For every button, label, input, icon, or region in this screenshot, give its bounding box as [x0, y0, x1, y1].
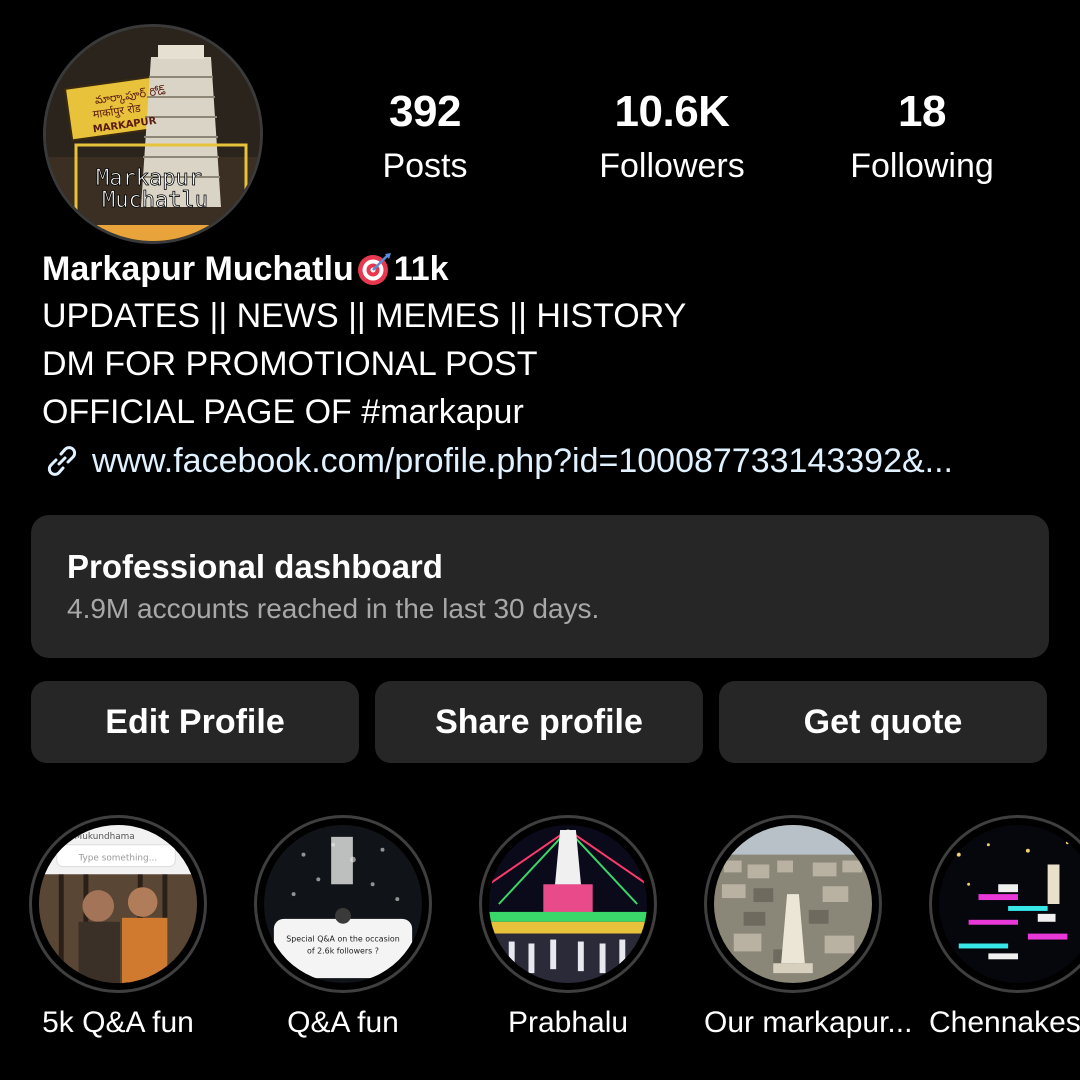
bio-line-2: DM FOR PROMOTIONAL POST	[42, 345, 538, 383]
followers-stat[interactable]: 10.6K Followers	[562, 86, 782, 188]
profile-page: మార్కాపూర్ రోడ్ मार्कापुर रोड MARKAPUR M…	[0, 0, 1080, 1080]
followers-count: 10.6K	[614, 87, 730, 136]
following-stat[interactable]: 18 Following	[812, 86, 1032, 188]
bio-line-3: OFFICIAL PAGE OF #markapur	[42, 393, 524, 431]
highlight-label: Prabhalu	[507, 1006, 629, 1039]
profile-name-row: Markapur Muchatlu 11k	[42, 246, 1052, 292]
temple-gopuram-avatar: మార్కాపూర్ రోడ్ मार्कापुर रोड MARKAPUR M…	[46, 27, 260, 241]
bio-line-1: UPDATES || NEWS || MEMES || HISTORY	[42, 297, 687, 335]
highlight-label: Our markapur...	[704, 1006, 913, 1039]
highlight-2-cover-line-1: Special Q&A on the occasion	[286, 935, 399, 944]
posts-label: Posts	[382, 147, 468, 185]
highlight-1-cover-header: Mukundhama	[75, 832, 135, 842]
edit-profile-button[interactable]: Edit Profile	[31, 681, 359, 763]
highlight-1-cover-prompt: Type something...	[78, 854, 158, 864]
highlight-cover	[714, 825, 872, 983]
highlight-ring: Type something... Mukundhama	[29, 815, 207, 993]
highlight-cover: Type something... Mukundhama	[39, 825, 197, 983]
highlight-ring: Special Q&A on the occasion of 2.6k foll…	[254, 815, 432, 993]
share-profile-button[interactable]: Share profile	[375, 681, 703, 763]
dashboard-subtitle: 4.9M accounts reached in the last 30 day…	[67, 593, 600, 624]
dashboard-title: Professional dashboard	[67, 548, 443, 585]
highlight-item[interactable]: Chennakesh	[929, 815, 1080, 1043]
link-icon	[47, 446, 77, 476]
following-count: 18	[898, 87, 946, 136]
highlight-label: Q&A fun	[287, 1006, 399, 1039]
highlight-item[interactable]: Prabhalu	[479, 815, 657, 1043]
posts-stat[interactable]: 392 Posts	[315, 86, 535, 188]
posts-count: 392	[389, 87, 461, 136]
highlight-item[interactable]: Special Q&A on the occasion of 2.6k foll…	[254, 815, 432, 1043]
bio-link-text: www.facebook.com/profile.php?id=10008773…	[92, 442, 954, 480]
following-label: Following	[850, 147, 994, 185]
highlight-ring	[704, 815, 882, 993]
highlight-cover	[489, 825, 647, 983]
highlight-ring	[929, 815, 1080, 993]
highlight-item[interactable]: Type something... Mukundhama 5k Q&A fun	[29, 815, 207, 1043]
target-dart-icon	[357, 253, 391, 285]
profile-avatar[interactable]: మార్కాపూర్ రోడ్ मार्कापुर रोड MARKAPUR M…	[43, 24, 263, 244]
highlight-ring	[479, 815, 657, 993]
highlight-item[interactable]: Our markapur...	[704, 815, 913, 1043]
highlight-2-cover-line-2: of 2.6k followers ?	[307, 946, 379, 955]
avatar-title-line-2: Muchatlu	[102, 188, 208, 213]
highlight-cover	[939, 825, 1080, 983]
bio-link[interactable]: www.facebook.com/profile.php?id=10008773…	[42, 436, 1052, 486]
get-quote-button[interactable]: Get quote	[719, 681, 1047, 763]
profile-bio: Markapur Muchatlu 11k UPDATES || NEWS ||…	[42, 246, 1052, 486]
highlight-label: Chennakesh	[929, 1006, 1080, 1039]
highlight-cover: Special Q&A on the occasion of 2.6k foll…	[264, 825, 422, 983]
professional-dashboard[interactable]: Professional dashboard 4.9M accounts rea…	[31, 515, 1049, 658]
highlight-label: 5k Q&A fun	[42, 1006, 194, 1039]
profile-name: Markapur Muchatlu	[42, 250, 354, 288]
followers-label: Followers	[599, 147, 745, 185]
profile-name-suffix: 11k	[393, 250, 449, 288]
